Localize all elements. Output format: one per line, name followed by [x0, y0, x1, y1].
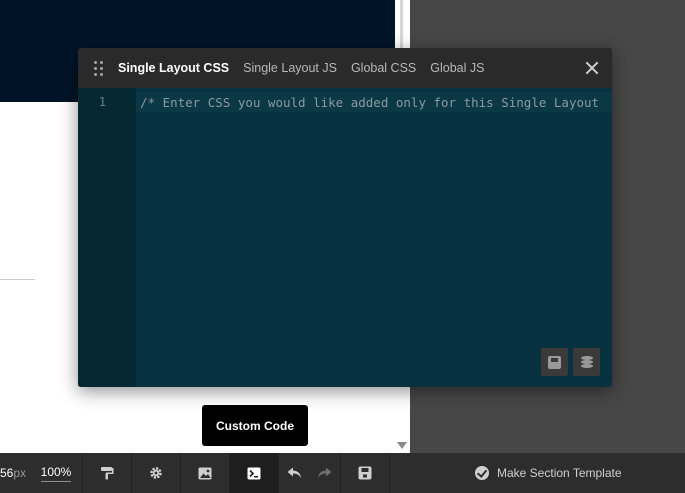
code-tabs: Single Layout CSS Single Layout JS Globa… [118, 48, 498, 88]
custom-code-button[interactable] [229, 453, 278, 493]
canvas-divider [0, 279, 35, 280]
bottom-toolbar: 56 px 100% Make Section Template [0, 453, 685, 493]
modal-header: Single Layout CSS Single Layout JS Globa… [78, 48, 612, 88]
redo-icon[interactable] [317, 467, 332, 479]
line-gutter: 1 [78, 88, 136, 387]
media-button[interactable] [180, 453, 229, 493]
line-number: 1 [98, 95, 106, 109]
tab-global-js[interactable]: Global JS [430, 61, 484, 75]
paint-roller-icon [101, 467, 114, 480]
check-circle-icon [475, 466, 489, 480]
code-terminal-icon [247, 467, 261, 479]
width-value: 56 [0, 466, 14, 480]
database-button[interactable] [573, 348, 600, 376]
tab-global-css[interactable]: Global CSS [351, 61, 416, 75]
width-unit: px [13, 466, 27, 480]
code-editor[interactable]: 1 /* Enter CSS you would like added only… [78, 88, 612, 387]
drag-handle-icon[interactable] [78, 48, 118, 88]
save-layout-button[interactable] [340, 453, 389, 493]
make-section-template-button[interactable]: Make Section Template [389, 453, 685, 493]
code-placeholder[interactable]: /* Enter CSS you would like added only f… [140, 95, 612, 110]
database-icon [580, 355, 593, 369]
gear-icon [150, 467, 162, 479]
custom-code-modal: Single Layout CSS Single Layout JS Globa… [78, 48, 612, 387]
save-icon [548, 355, 561, 369]
close-icon[interactable] [584, 60, 600, 76]
make-section-template-label: Make Section Template [497, 466, 622, 480]
width-readout[interactable]: 56 px [0, 453, 30, 493]
save-code-button[interactable] [541, 348, 568, 376]
settings-button[interactable] [131, 453, 180, 493]
undo-icon[interactable] [287, 467, 302, 479]
undo-redo-group [278, 453, 340, 493]
canvas-edge-line [400, 0, 403, 50]
save-icon [358, 466, 372, 480]
zoom-value: 100% [40, 465, 72, 482]
scroll-down-icon[interactable] [397, 442, 407, 449]
tab-single-layout-js[interactable]: Single Layout JS [243, 61, 337, 75]
builder-tools-button[interactable] [82, 453, 131, 493]
custom-code-tooltip: Custom Code [202, 405, 308, 446]
zoom-readout[interactable]: 100% [30, 453, 82, 493]
tab-single-layout-css[interactable]: Single Layout CSS [118, 61, 229, 75]
image-icon [198, 467, 212, 479]
